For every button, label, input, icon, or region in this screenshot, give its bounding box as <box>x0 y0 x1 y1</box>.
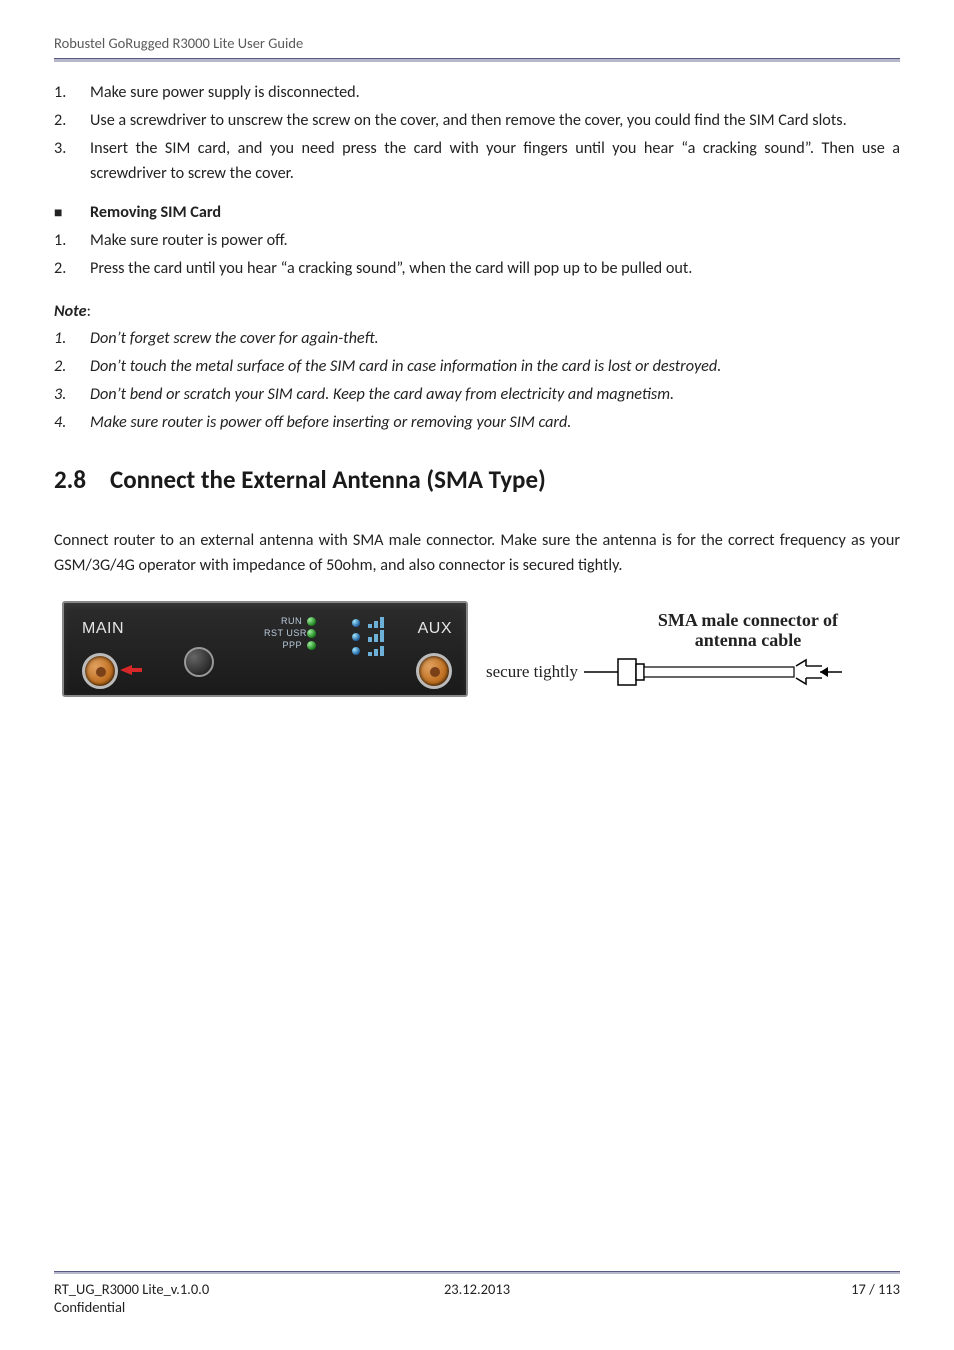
connector-title-line2: antenna cable <box>695 630 802 650</box>
item-number: 4. <box>54 410 90 435</box>
sma-connector-icon <box>584 655 844 689</box>
item-text: Don’t bend or scratch your SIM card. Kee… <box>90 382 674 407</box>
connector-title-line1: SMA male connector of <box>658 610 838 630</box>
list-item: 1.Don’t forget screw the cover for again… <box>54 326 900 351</box>
led-usr-label: RST USR <box>264 629 302 638</box>
list-item: 2.Use a screwdriver to unscrew the screw… <box>54 108 900 133</box>
device-front-panel: MAIN AUX RUN RST USR PPP <box>62 601 468 697</box>
led-icon <box>307 629 316 638</box>
list-item: 4.Make sure router is power off before i… <box>54 410 900 435</box>
note-label: Note: <box>54 299 900 324</box>
item-number: 3. <box>54 136 90 186</box>
header-rule <box>54 58 900 62</box>
list-item: 3.Insert the SIM card, and you need pres… <box>54 136 900 186</box>
led-ppp-label: PPP <box>264 641 302 650</box>
reset-button-icon <box>184 647 214 677</box>
section-number: 2.8 <box>54 461 110 500</box>
aux-port-label: AUX <box>418 617 452 642</box>
footer-doc-id: RT_UG_R3000 Lite_v.1.0.0 <box>54 1280 209 1298</box>
item-number: 1. <box>54 326 90 351</box>
item-number: 3. <box>54 382 90 407</box>
item-number: 2. <box>54 256 90 281</box>
item-text: Insert the SIM card, and you need press … <box>90 136 900 186</box>
remove-steps-list: 1.Make sure router is power off. 2.Press… <box>54 228 900 281</box>
list-item: 2.Press the card until you hear “a crack… <box>54 256 900 281</box>
list-item: 1.Make sure power supply is disconnected… <box>54 80 900 105</box>
note-label-text: Note <box>54 302 87 321</box>
item-text: Use a screwdriver to unscrew the screw o… <box>90 108 900 133</box>
footer-page-number: 17 / 113 <box>851 1280 900 1316</box>
section-title: Connect the External Antenna (SMA Type) <box>110 461 546 500</box>
section-paragraph: Connect router to an external antenna wi… <box>54 528 900 578</box>
main-port-label: MAIN <box>82 617 124 642</box>
item-number: 2. <box>54 354 90 379</box>
footer-confidential: Confidential <box>54 1298 209 1316</box>
removing-sim-heading: ■ Removing SIM Card <box>54 200 900 225</box>
signal-bars-icon <box>352 617 384 656</box>
list-item: 2.Don’t touch the metal surface of the S… <box>54 354 900 379</box>
item-text: Make sure router is power off. <box>90 228 900 253</box>
aux-antenna-port-icon <box>416 653 452 689</box>
note-colon: : <box>87 302 91 321</box>
heading-text: Removing SIM Card <box>90 200 221 225</box>
item-text: Make sure power supply is disconnected. <box>90 80 900 105</box>
item-text: Don’t touch the metal surface of the SIM… <box>90 354 721 379</box>
arrow-red-icon <box>120 665 132 675</box>
notes-list: 1.Don’t forget screw the cover for again… <box>54 326 900 435</box>
antenna-figure: MAIN AUX RUN RST USR PPP <box>62 596 900 702</box>
section-heading: 2.8 Connect the External Antenna (SMA Ty… <box>54 461 900 500</box>
led-icon <box>307 641 316 650</box>
list-item: 1.Make sure router is power off. <box>54 228 900 253</box>
item-number: 1. <box>54 80 90 105</box>
led-panel: RUN RST USR PPP <box>264 617 336 653</box>
led-icon <box>307 617 316 626</box>
item-text: Make sure router is power off before ins… <box>90 410 571 435</box>
connector-diagram: SMA male connector of antenna cable secu… <box>468 610 900 689</box>
secure-tightly-label: secure tightly <box>486 659 578 685</box>
item-number: 2. <box>54 108 90 133</box>
connector-title: SMA male connector of antenna cable <box>596 610 900 651</box>
footer-rule <box>54 1271 900 1274</box>
running-header: Robustel GoRugged R3000 Lite User Guide <box>54 34 900 58</box>
item-text: Don’t forget screw the cover for again-t… <box>90 326 379 351</box>
led-run-label: RUN <box>264 617 302 626</box>
main-antenna-port-icon <box>82 653 118 689</box>
list-item: 3.Don’t bend or scratch your SIM card. K… <box>54 382 900 407</box>
item-text: Press the card until you hear “a crackin… <box>90 256 900 281</box>
page-footer: 23.12.2013 RT_UG_R3000 Lite_v.1.0.0 Conf… <box>54 1271 900 1316</box>
install-steps-list: 1.Make sure power supply is disconnected… <box>54 80 900 186</box>
square-bullet-icon: ■ <box>54 202 90 224</box>
item-number: 1. <box>54 228 90 253</box>
